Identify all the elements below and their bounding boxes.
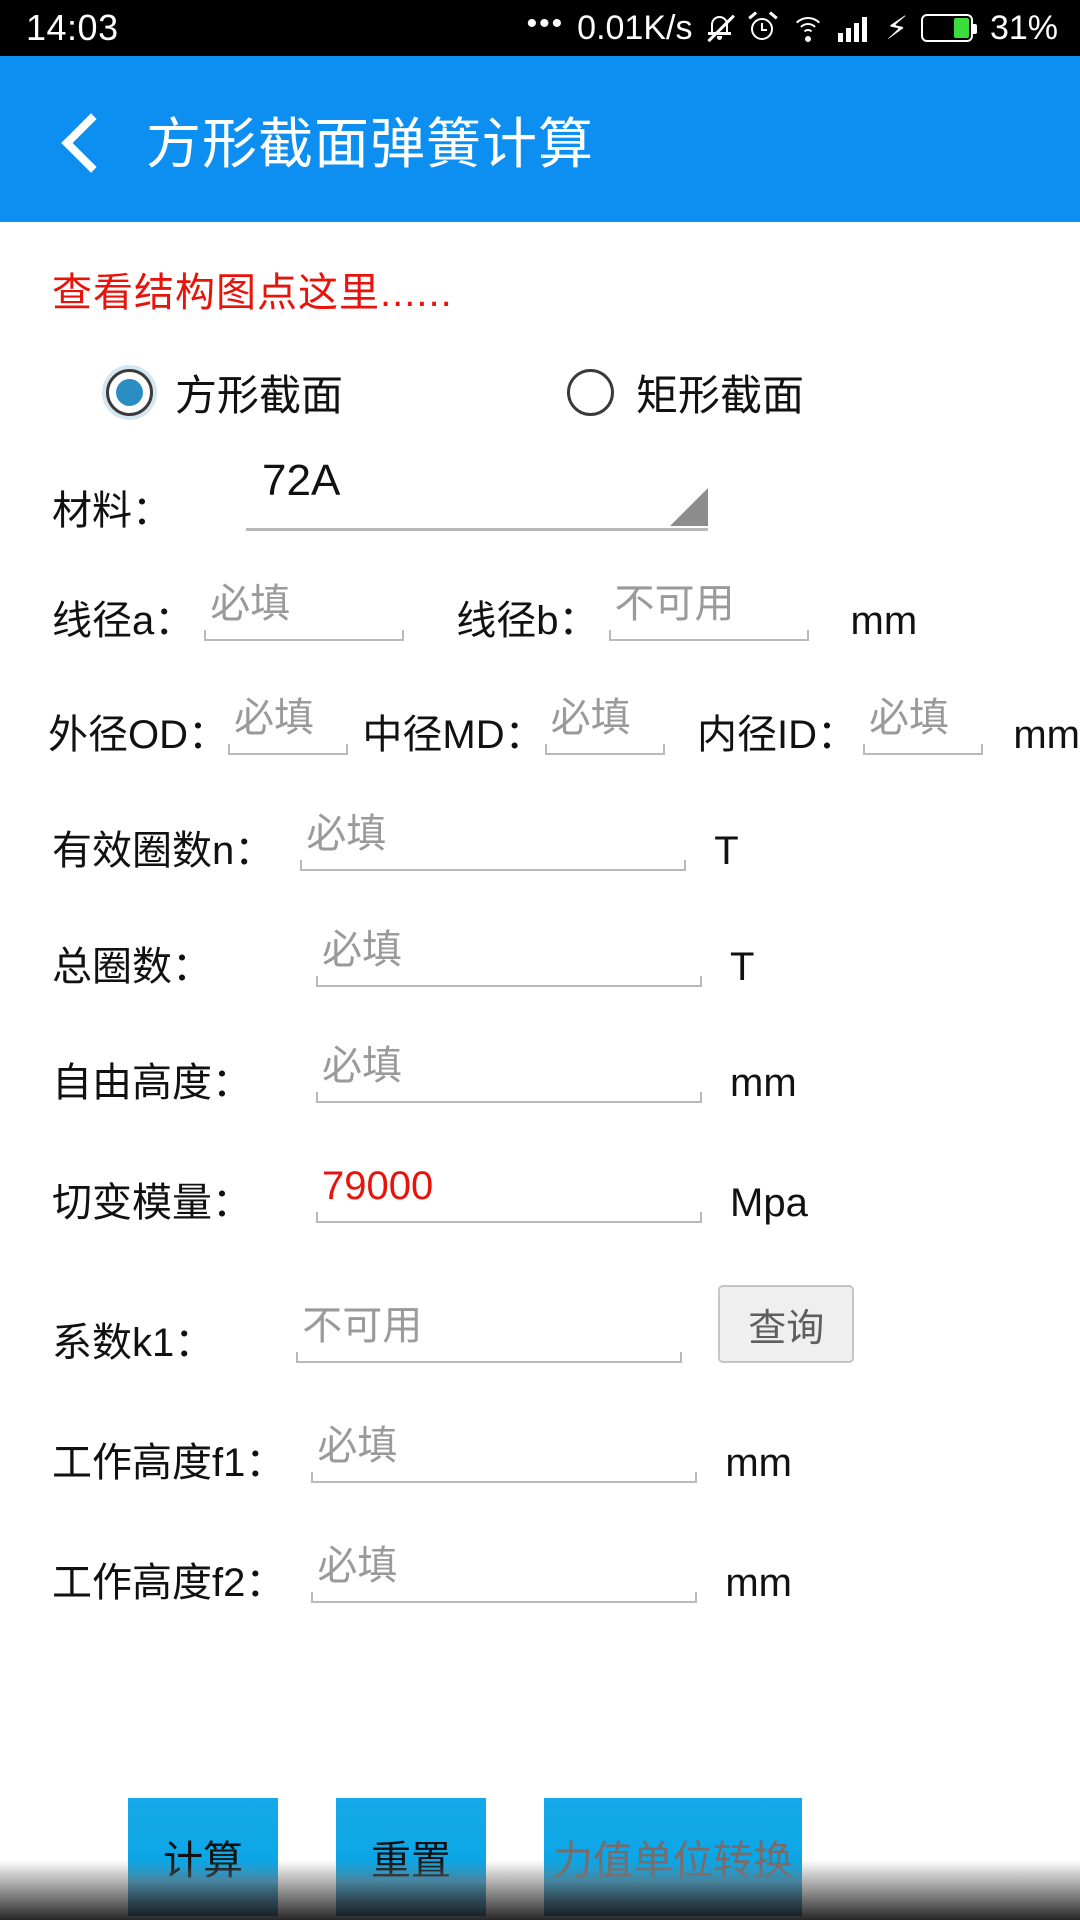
signal-icon (838, 14, 872, 42)
md-input[interactable]: 必填 (544, 696, 666, 755)
free-height-unit: mm (730, 1061, 797, 1105)
radio-square-section[interactable]: 方形截面 (106, 362, 343, 423)
f2-unit: mm (725, 1561, 792, 1605)
free-height-label: 自由高度： (52, 1061, 252, 1105)
active-coils-unit: T (714, 829, 739, 873)
wire-a-placeholder: 必填 (210, 582, 291, 626)
reset-button[interactable]: 重置 (336, 1798, 486, 1916)
radio-rect-label: 矩形截面 (636, 372, 805, 419)
shear-modulus-input[interactable]: 79000 (316, 1165, 702, 1223)
shear-modulus-value: 79000 (322, 1164, 434, 1208)
dropdown-triangle-icon (670, 488, 708, 526)
wire-a-input[interactable]: 必填 (204, 582, 405, 641)
k1-label: 系数k1： (52, 1321, 215, 1365)
k1-placeholder: 不可用 (302, 1304, 423, 1348)
od-placeholder: 必填 (234, 696, 314, 740)
section-type-radio-group: 方形截面 矩形截面 (0, 362, 1080, 423)
od-label: 外径OD： (48, 713, 228, 757)
active-coils-label: 有效圈数n： (52, 829, 275, 873)
free-height-input[interactable]: 必填 (316, 1045, 702, 1103)
mute-icon (705, 12, 736, 44)
work-height-f1-row: 工作高度f1： 必填 mm (0, 1425, 1080, 1483)
form-content: 查看结构图点这里...... 方形截面 矩形截面 材料： 72A 线径a： 必填… (0, 222, 1080, 1920)
od-input[interactable]: 必填 (228, 696, 349, 755)
phone-screen: 14:03 ••• 0.01K/s ⚡ 31% 方形截面弹簧计算 查看结构图点这… (0, 0, 1080, 1920)
free-height-placeholder: 必填 (322, 1044, 402, 1088)
id-input[interactable]: 必填 (862, 696, 984, 755)
network-speed-label: 0.01K/s (577, 8, 693, 47)
calculate-button[interactable]: 计算 (128, 1798, 278, 1916)
f1-placeholder: 必填 (317, 1424, 398, 1468)
battery-icon (920, 14, 977, 42)
page-title: 方形截面弹簧计算 (146, 113, 595, 175)
radio-selected-icon (106, 369, 153, 416)
wire-diameter-row: 线径a： 必填 线径b： 不可用 mm (0, 583, 1080, 641)
material-row: 材料： 72A (0, 456, 1080, 533)
f2-input[interactable]: 必填 (311, 1544, 698, 1603)
status-time: 14:03 (26, 7, 119, 48)
radio-square-label: 方形截面 (175, 372, 344, 419)
radio-rect-section[interactable]: 矩形截面 (567, 362, 804, 423)
md-label: 中径MD： (362, 713, 545, 757)
query-button[interactable]: 查询 (718, 1285, 855, 1363)
wire-a-label: 线径a： (52, 599, 195, 643)
more-dots-icon: ••• (526, 7, 565, 40)
total-coils-placeholder: 必填 (322, 928, 402, 972)
material-label: 材料： (52, 489, 172, 533)
id-label: 内径ID： (696, 713, 857, 757)
charging-bolt-icon: ⚡ (885, 10, 908, 46)
wifi-icon (791, 14, 826, 42)
status-icons: ••• 0.01K/s ⚡ 31% (526, 7, 1058, 48)
total-coils-row: 总圈数： 必填 T (0, 929, 1080, 987)
view-structure-link[interactable]: 查看结构图点这里...... (52, 271, 453, 315)
id-placeholder: 必填 (868, 696, 949, 740)
battery-percent-label: 31% (989, 8, 1058, 47)
diameter-unit-label: mm (1013, 713, 1080, 757)
total-coils-unit: T (730, 945, 755, 989)
material-value: 72A (262, 456, 341, 505)
f1-unit: mm (725, 1441, 792, 1485)
md-placeholder: 必填 (550, 696, 631, 740)
material-spinner[interactable]: 72A (246, 456, 708, 531)
active-coils-row: 有效圈数n： 必填 T (0, 813, 1080, 871)
status-bar: 14:03 ••• 0.01K/s ⚡ 31% (0, 0, 1080, 56)
radio-unselected-icon (567, 369, 615, 416)
force-unit-convert-button[interactable]: 力值单位转换 (544, 1798, 802, 1916)
active-coils-input[interactable]: 必填 (300, 812, 687, 871)
f2-placeholder: 必填 (317, 1544, 398, 1588)
structure-link-row: 查看结构图点这里...... (0, 222, 1080, 318)
f1-input[interactable]: 必填 (311, 1424, 698, 1483)
diameter-row: 外径OD： 必填 中径MD： 必填 内径ID： 必填 mm (0, 697, 1080, 755)
bottom-button-bar: 计算 重置 力值单位转换 (0, 1798, 1080, 1920)
f1-label: 工作高度f1： (52, 1441, 286, 1485)
active-coils-placeholder: 必填 (306, 812, 387, 856)
wire-b-input[interactable]: 不可用 (608, 582, 809, 641)
title-bar: 方形截面弹簧计算 (0, 56, 1080, 222)
shear-modulus-label: 切变模量： (52, 1181, 252, 1225)
k1-row: 系数k1： 不可用 查询 (0, 1285, 1080, 1363)
shear-modulus-row: 切变模量： 79000 Mpa (0, 1165, 1080, 1223)
wire-unit-label: mm (850, 599, 918, 643)
total-coils-input[interactable]: 必填 (316, 929, 702, 987)
work-height-f2-row: 工作高度f2： 必填 mm (0, 1545, 1080, 1603)
total-coils-label: 总圈数： (52, 945, 212, 989)
shear-modulus-unit: Mpa (730, 1181, 808, 1225)
f2-label: 工作高度f2： (52, 1561, 286, 1605)
free-height-row: 自由高度： 必填 mm (0, 1045, 1080, 1103)
back-icon[interactable] (60, 118, 102, 160)
k1-input[interactable]: 不可用 (296, 1304, 683, 1363)
wire-b-label: 线径b： (456, 599, 599, 643)
alarm-icon (748, 10, 779, 44)
wire-b-placeholder: 不可用 (614, 582, 735, 626)
